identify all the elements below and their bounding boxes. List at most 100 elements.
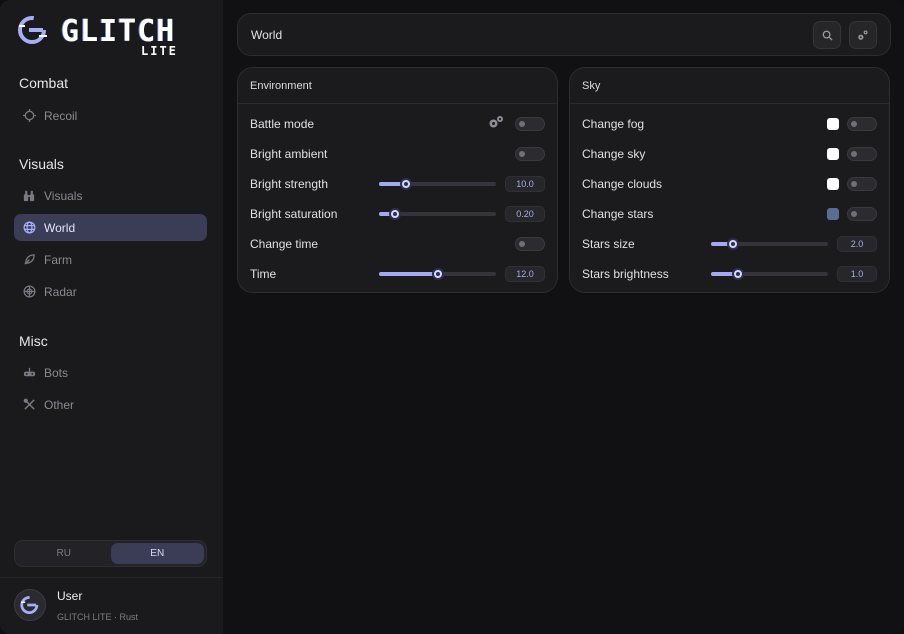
stars-color-swatch[interactable]	[827, 208, 839, 220]
sidebar-item-label: Visuals	[44, 188, 83, 203]
row-label: Change time	[250, 237, 319, 251]
language-option-en[interactable]: EN	[110, 543, 204, 564]
change-sky-toggle[interactable]	[847, 147, 877, 161]
sidebar-item-label: Other	[44, 397, 75, 412]
sidebar-item-recoil[interactable]: Recoil	[14, 102, 207, 129]
bright-strength-row: Bright strength 10.0	[250, 173, 545, 195]
language-switch: RU EN	[14, 540, 207, 567]
logo-icon	[20, 596, 39, 614]
row-label: Stars brightness	[582, 267, 669, 281]
radar-icon	[22, 285, 36, 299]
search-button[interactable]	[813, 21, 841, 49]
logo-icon	[18, 16, 47, 44]
row-label: Battle mode	[250, 117, 315, 131]
app-window: GLITCH LITE Combat Recoil Visuals Visual…	[0, 0, 904, 634]
logo-subtitle: LITE	[141, 44, 178, 58]
avatar[interactable]	[14, 589, 46, 621]
slider-handle[interactable]	[727, 238, 740, 250]
tools-icon	[22, 398, 36, 412]
time-value[interactable]: 12.0	[505, 266, 545, 282]
battle-mode-toggle[interactable]	[515, 117, 545, 131]
stars-brightness-slider[interactable]	[711, 268, 828, 280]
slider-fill	[379, 272, 438, 276]
row-label: Change sky	[582, 147, 646, 161]
change-clouds-toggle[interactable]	[847, 177, 877, 191]
bright-saturation-value[interactable]: 0.20	[505, 206, 545, 222]
sidebar-item-radar[interactable]: Radar	[14, 278, 207, 305]
bright-saturation-row: Bright saturation 0.20	[250, 203, 545, 225]
section-title-visuals: Visuals	[19, 156, 64, 172]
battle-mode-row: Battle mode	[250, 113, 545, 135]
panel-divider	[570, 103, 889, 104]
panel-divider	[238, 103, 557, 104]
sidebar-item-world[interactable]: World	[14, 214, 207, 241]
sidebar-item-farm[interactable]: Farm	[14, 246, 207, 273]
change-stars-row: Change stars	[582, 203, 877, 225]
panel-title: Environment	[250, 80, 312, 92]
time-slider[interactable]	[379, 268, 496, 280]
section-title-combat: Combat	[19, 75, 69, 91]
bright-saturation-slider[interactable]	[379, 208, 496, 220]
change-time-row: Change time	[250, 233, 545, 255]
user-name: User	[57, 589, 83, 603]
stars-size-slider[interactable]	[711, 238, 828, 250]
panel-title: Sky	[582, 80, 601, 92]
search-icon	[822, 30, 833, 41]
slider-handle[interactable]	[389, 208, 402, 220]
crosshair-icon	[22, 109, 36, 123]
bright-ambient-row: Bright ambient	[250, 143, 545, 165]
page-title: World	[251, 28, 283, 42]
sky-panel: Sky Change fog Change sky Change clouds …	[569, 67, 890, 293]
logo: GLITCH LITE	[17, 14, 187, 60]
bright-ambient-toggle[interactable]	[515, 147, 545, 161]
slider-handle[interactable]	[399, 178, 412, 190]
slider-handle[interactable]	[731, 268, 744, 280]
clouds-color-swatch[interactable]	[827, 178, 839, 190]
sidebar: GLITCH LITE Combat Recoil Visuals Visual…	[0, 0, 223, 634]
row-label: Bright strength	[250, 177, 329, 191]
row-label: Time	[250, 267, 277, 281]
sidebar-item-label: World	[44, 220, 76, 235]
leaf-icon	[22, 253, 36, 267]
time-row: Time 12.0	[250, 263, 545, 285]
row-label: Change stars	[582, 207, 654, 221]
binoculars-icon	[22, 189, 36, 203]
user-subtitle: GLITCH LITE · Rust	[57, 612, 139, 622]
change-stars-toggle[interactable]	[847, 207, 877, 221]
gear-icon[interactable]	[488, 115, 504, 134]
change-fog-toggle[interactable]	[847, 117, 877, 131]
environment-panel: Environment Battle mode Bright ambient B…	[237, 67, 558, 293]
stars-brightness-value[interactable]: 1.0	[837, 266, 877, 282]
sidebar-item-label: Radar	[44, 284, 77, 299]
settings-button[interactable]	[849, 21, 877, 49]
bright-strength-slider[interactable]	[379, 178, 496, 190]
stars-size-value[interactable]: 2.0	[837, 236, 877, 252]
language-option-ru[interactable]: RU	[17, 543, 111, 564]
change-sky-row: Change sky	[582, 143, 877, 165]
sidebar-item-label: Bots	[44, 365, 69, 380]
sidebar-item-other[interactable]: Other	[14, 391, 207, 418]
globe-icon	[22, 221, 36, 235]
change-fog-row: Change fog	[582, 113, 877, 135]
row-label: Bright ambient	[250, 147, 328, 161]
change-time-toggle[interactable]	[515, 237, 545, 251]
row-label: Change clouds	[582, 177, 663, 191]
bright-strength-value[interactable]: 10.0	[505, 176, 545, 192]
stars-size-row: Stars size 2.0	[582, 233, 877, 255]
change-clouds-row: Change clouds	[582, 173, 877, 195]
sidebar-item-visuals[interactable]: Visuals	[14, 182, 207, 209]
header-bar: World	[237, 13, 891, 56]
fog-color-swatch[interactable]	[827, 118, 839, 130]
section-title-misc: Misc	[19, 333, 48, 349]
sidebar-item-label: Recoil	[44, 108, 78, 123]
sidebar-divider	[0, 577, 223, 578]
stars-brightness-row: Stars brightness 1.0	[582, 263, 877, 285]
robot-icon	[22, 366, 36, 380]
row-label: Bright saturation	[250, 207, 338, 221]
slider-handle[interactable]	[431, 268, 444, 280]
row-label: Stars size	[582, 237, 635, 251]
gears-icon	[858, 30, 868, 40]
sky-color-swatch[interactable]	[827, 148, 839, 160]
sidebar-item-bots[interactable]: Bots	[14, 359, 207, 386]
sidebar-item-label: Farm	[44, 252, 72, 267]
